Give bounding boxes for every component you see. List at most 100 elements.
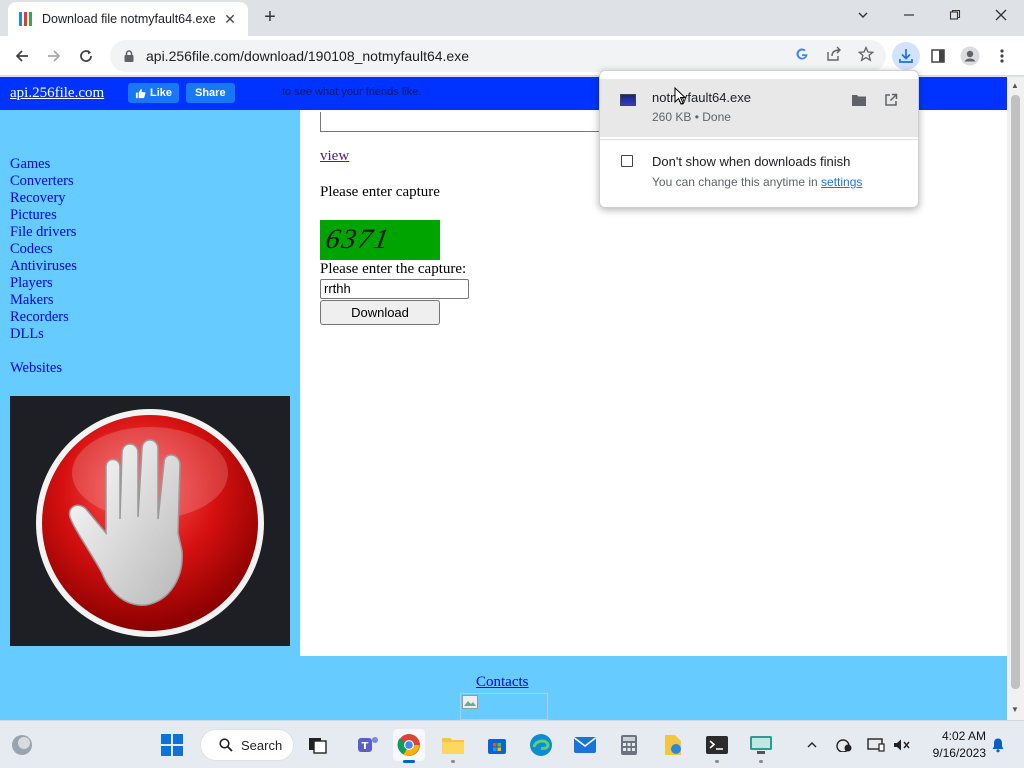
download-icon	[899, 49, 913, 63]
terminal-icon	[706, 736, 728, 754]
exe-file-icon	[620, 94, 636, 106]
websites-link[interactable]: Websites	[10, 360, 62, 377]
edge-button[interactable]	[525, 729, 557, 761]
notifications-button[interactable]	[988, 735, 1008, 755]
monitor-icon	[867, 738, 885, 752]
sidebar-link-file-drivers[interactable]: File drivers	[10, 224, 77, 241]
page-scrollbar[interactable]: ▲ ▼	[1007, 77, 1024, 720]
settings-link[interactable]: settings	[821, 175, 862, 189]
contacts-link[interactable]: Contacts	[476, 674, 529, 691]
browser-tab[interactable]: Download file notmyfault64.exe ✕	[8, 2, 248, 36]
more-vert-icon	[1000, 49, 1004, 63]
sidebar-link-converters[interactable]: Converters	[10, 173, 77, 190]
close-window-button[interactable]	[978, 0, 1024, 30]
sidebar-link-players[interactable]: Players	[10, 275, 77, 292]
minimize-button[interactable]	[886, 0, 932, 30]
widgets-button[interactable]	[6, 729, 38, 761]
category-sidebar: Games Converters Recovery Pictures File driv…	[0, 110, 300, 720]
teams-button[interactable]: T	[352, 729, 384, 761]
tab-search-button[interactable]	[840, 0, 886, 30]
sidebar-link-makers[interactable]: Makers	[10, 292, 77, 309]
address-bar[interactable]: api.256file.com/download/190108_notmyfau…	[110, 40, 886, 72]
svg-text:T: T	[362, 741, 369, 752]
capture-label: Please enter the capture:	[320, 261, 467, 277]
file-explorer-button[interactable]	[437, 729, 469, 763]
folder-icon	[852, 95, 866, 106]
store-button[interactable]	[481, 729, 513, 761]
tab-title: Download file notmyfault64.exe	[42, 12, 216, 26]
new-tab-button[interactable]: +	[258, 6, 282, 30]
sidebar-link-recorders[interactable]: Recorders	[10, 309, 77, 326]
photos-button[interactable]	[657, 729, 689, 761]
broken-image-icon	[462, 695, 478, 709]
close-icon	[995, 9, 1007, 21]
sidebar-link-dlls[interactable]: DLLs	[10, 326, 77, 343]
taskbar-clock[interactable]: 4:02 AM 9/16/2023	[920, 728, 986, 762]
facebook-like-button[interactable]: Like	[128, 83, 180, 103]
reload-button[interactable]	[74, 44, 98, 68]
bell-icon	[992, 738, 1004, 753]
terminal-button[interactable]	[701, 729, 733, 763]
sidebar-link-antiviruses[interactable]: Antiviruses	[10, 258, 77, 275]
google-icon	[796, 48, 808, 60]
download-file-name: notmyfault64.exe	[652, 90, 752, 105]
show-hidden-icons-button[interactable]	[802, 735, 822, 755]
chrome-menu-button[interactable]	[988, 42, 1016, 70]
bookmark-button[interactable]	[856, 44, 876, 64]
teams-icon: T	[358, 737, 378, 752]
restore-button[interactable]	[932, 0, 978, 30]
windows-logo-icon	[161, 734, 183, 756]
volume-muted-icon	[894, 739, 910, 751]
tab-close-icon[interactable]: ✕	[222, 11, 238, 28]
start-button[interactable]	[156, 729, 188, 761]
site-home-link[interactable]: api.256file.com	[10, 85, 104, 102]
weather-icon	[12, 735, 32, 755]
restore-icon	[949, 9, 961, 20]
scroll-up-icon[interactable]: ▲	[1011, 81, 1019, 90]
remote-desktop-button[interactable]	[745, 729, 777, 763]
side-panel-button[interactable]	[924, 42, 952, 70]
stop-hand-icon	[36, 409, 264, 637]
top-text-field[interactable]	[320, 112, 600, 132]
chrome-taskbar-button[interactable]	[393, 729, 425, 763]
volume-tray-button[interactable]	[892, 735, 912, 755]
capture-input[interactable]: rrthh	[320, 279, 469, 299]
taskbar-search[interactable]: Search	[200, 729, 294, 761]
arrow-left-icon	[15, 50, 28, 62]
show-in-folder-button[interactable]	[850, 91, 868, 109]
downloads-button[interactable]	[892, 42, 920, 70]
view-link[interactable]: view	[320, 148, 349, 165]
forward-button[interactable]	[42, 44, 66, 68]
folder-icon	[442, 738, 464, 754]
minimize-icon	[904, 14, 914, 16]
broken-image-icon	[460, 693, 548, 720]
task-view-button[interactable]	[302, 729, 334, 761]
download-button[interactable]: Download	[320, 300, 440, 325]
open-file-button[interactable]	[882, 91, 900, 109]
onedrive-tray-button[interactable]	[834, 735, 854, 755]
dont-show-checkbox[interactable]	[621, 155, 633, 167]
display-tray-button[interactable]	[866, 735, 886, 755]
sidebar-link-games[interactable]: Games	[10, 156, 77, 173]
download-item[interactable]: notmyfault64.exe 260 KB • Done	[600, 79, 918, 137]
facebook-share-button[interactable]: Share	[186, 83, 235, 103]
google-lens-button[interactable]	[792, 44, 812, 64]
mail-button[interactable]	[569, 729, 601, 761]
category-list: Games Converters Recovery Pictures File driv…	[10, 156, 77, 343]
sidebar-link-codecs[interactable]: Codecs	[10, 241, 77, 258]
facebook-like-label: Like	[150, 87, 173, 99]
star-icon	[858, 46, 874, 62]
share-button[interactable]	[824, 44, 844, 64]
calculator-button[interactable]	[613, 729, 645, 761]
reload-icon	[80, 50, 92, 62]
back-button[interactable]	[10, 44, 34, 68]
search-label: Search	[241, 737, 283, 753]
scroll-down-icon[interactable]: ▼	[1011, 705, 1019, 714]
sidebar-link-pictures[interactable]: Pictures	[10, 207, 77, 224]
site-footer: Contacts	[0, 656, 1007, 720]
profile-button[interactable]	[956, 42, 984, 70]
site-favicon-icon	[19, 12, 32, 26]
sidebar-link-recovery[interactable]: Recovery	[10, 190, 77, 207]
scrollbar-thumb[interactable]	[1011, 95, 1020, 689]
share-icon	[827, 46, 841, 61]
